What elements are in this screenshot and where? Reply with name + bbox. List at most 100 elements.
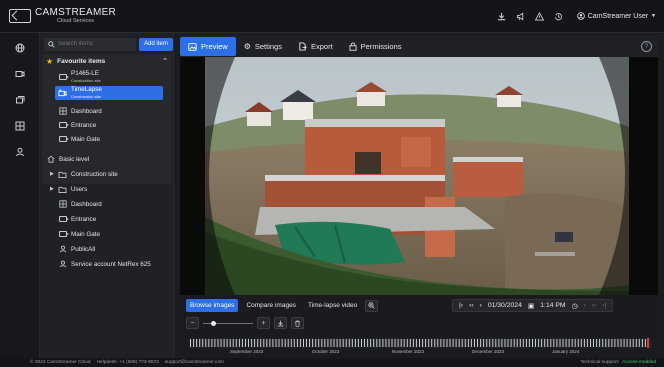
tab-label: Export bbox=[310, 42, 333, 51]
caret-right-icon[interactable]: ▶ bbox=[50, 171, 54, 177]
cameras-icon[interactable] bbox=[13, 93, 27, 107]
timeline-tick bbox=[513, 339, 515, 347]
megaphone-icon[interactable] bbox=[516, 11, 526, 21]
main-tabs: Preview ⚙ Settings Export Permissions ? bbox=[180, 36, 658, 57]
timeline-month-label: September 2023 bbox=[230, 349, 264, 354]
next-day-icon[interactable]: ›› bbox=[592, 302, 597, 309]
search-input[interactable] bbox=[58, 41, 136, 47]
favourite-item-main-gate[interactable]: Main Gate bbox=[58, 133, 100, 145]
next-image-icon[interactable]: › bbox=[584, 302, 586, 309]
footer-email[interactable]: support@camstreamer.com bbox=[165, 360, 224, 365]
calendar-icon[interactable]: ▣ bbox=[528, 302, 534, 310]
timeline-months: September 2023 October 2023 November 202… bbox=[188, 349, 652, 356]
favourite-item-p1465[interactable]: P1465-LE Construction site bbox=[58, 71, 162, 83]
user-icon[interactable] bbox=[13, 145, 27, 159]
previous-image-icon[interactable]: ‹ bbox=[480, 302, 482, 309]
tree-item-construction-site[interactable]: ▶ Construction site bbox=[50, 168, 118, 180]
date-value[interactable]: 01/30/2024 bbox=[488, 302, 522, 309]
timeline-tick bbox=[461, 339, 463, 347]
favourite-item-timelapse[interactable]: TimeLapse Construction site bbox=[55, 86, 163, 100]
timeline-tick bbox=[415, 339, 417, 347]
timeline-tick bbox=[403, 339, 405, 347]
timeline-tick bbox=[284, 339, 286, 347]
delete-image-button[interactable] bbox=[291, 317, 304, 329]
tab-settings[interactable]: ⚙ Settings bbox=[236, 37, 290, 56]
timeline-tick bbox=[455, 339, 457, 347]
caret-right-icon[interactable]: ▶ bbox=[50, 186, 54, 192]
timeline-current-marker[interactable] bbox=[647, 338, 649, 348]
favourite-item-entrance[interactable]: Entrance bbox=[58, 119, 96, 131]
timeline-tick bbox=[214, 339, 216, 347]
camera-icon[interactable] bbox=[13, 67, 27, 81]
download-image-button[interactable] bbox=[274, 317, 287, 329]
timeline-tick bbox=[602, 339, 604, 347]
zoom-slider[interactable] bbox=[203, 317, 253, 329]
camstreamer-logo-icon bbox=[9, 9, 31, 23]
camera-icon bbox=[58, 74, 69, 81]
tree-item-main-gate[interactable]: Main Gate bbox=[58, 228, 100, 240]
timeline-tick bbox=[504, 339, 506, 347]
add-item-button[interactable]: Add item bbox=[139, 37, 173, 51]
timeline-tick bbox=[574, 339, 576, 347]
favourite-item-label: Main Gate bbox=[71, 135, 101, 143]
tree-item-service-account[interactable]: Service account NetRex 625 bbox=[58, 258, 151, 270]
timeline-tick bbox=[241, 339, 243, 347]
timeline-tick bbox=[397, 339, 399, 347]
warning-icon[interactable] bbox=[535, 11, 545, 21]
timelapse-video-button[interactable]: Time-lapse video bbox=[304, 299, 361, 312]
first-image-icon[interactable]: |‹ bbox=[459, 302, 463, 309]
timeline-tick bbox=[428, 339, 430, 347]
timeline-scrubber[interactable] bbox=[188, 338, 652, 348]
footer: © 2024 CamStreamer Cloud Helpdesk: +1 (9… bbox=[0, 358, 664, 367]
tree-item-publicall[interactable]: PublicAll bbox=[58, 243, 95, 255]
timeline-tick bbox=[641, 339, 643, 347]
tree-item-dashboard[interactable]: Dashboard bbox=[58, 198, 102, 210]
tab-preview[interactable]: Preview bbox=[180, 37, 236, 56]
tree-item-basic-level[interactable]: Basic level bbox=[46, 153, 89, 165]
time-value[interactable]: 1:14 PM bbox=[540, 302, 565, 309]
chevron-up-icon[interactable]: ⌃ bbox=[162, 57, 168, 65]
tab-export[interactable]: Export bbox=[290, 37, 341, 56]
tree-item-users[interactable]: ▶ Users bbox=[50, 183, 87, 195]
camera-snapshot[interactable] bbox=[205, 57, 629, 295]
timeline-tick bbox=[632, 339, 634, 347]
brand-logo[interactable]: CAMSTREAMER Cloud Services bbox=[9, 7, 116, 25]
timeline-tick bbox=[269, 339, 271, 347]
favourite-item-dashboard[interactable]: Dashboard bbox=[58, 105, 102, 117]
timeline-tick bbox=[412, 339, 414, 347]
globe-icon[interactable] bbox=[13, 41, 27, 55]
user-menu[interactable]: CamStreamer User ▼ bbox=[576, 12, 656, 20]
previous-day-icon[interactable]: ‹‹ bbox=[469, 302, 474, 309]
history-icon[interactable] bbox=[554, 11, 564, 21]
zoom-search-button[interactable] bbox=[365, 299, 379, 312]
zoom-in-button[interactable]: + bbox=[257, 317, 270, 329]
search-field[interactable] bbox=[44, 37, 136, 51]
zoom-thumb[interactable] bbox=[211, 320, 217, 326]
favourites-header[interactable]: ★ Favourite items ⌃ bbox=[42, 54, 172, 68]
tree-item-label: Construction site bbox=[70, 170, 118, 178]
tree-item-entrance[interactable]: Entrance bbox=[58, 213, 96, 225]
download-icon[interactable] bbox=[497, 11, 507, 21]
browse-images-button[interactable]: Browse images bbox=[186, 299, 239, 312]
timeline-tick bbox=[229, 339, 231, 347]
timeline-tick bbox=[532, 339, 533, 347]
footer-helpdesk[interactable]: Helpdesk: +1 (908) 773-8572 bbox=[97, 360, 159, 365]
timeline-tick bbox=[196, 339, 198, 347]
zoom-out-button[interactable]: − bbox=[186, 317, 199, 329]
user-name: CamStreamer User bbox=[587, 12, 649, 20]
timeline-tick bbox=[516, 339, 518, 347]
clock-icon[interactable]: ◷ bbox=[572, 302, 578, 310]
help-icon[interactable]: ? bbox=[641, 41, 652, 52]
dashboard-icon[interactable] bbox=[13, 119, 27, 133]
timeline-tick bbox=[614, 339, 616, 347]
tab-permissions[interactable]: Permissions bbox=[341, 37, 410, 56]
timeline-tick bbox=[464, 339, 466, 347]
timeline-tick bbox=[299, 339, 301, 347]
footer-support-status[interactable]: Access enabled bbox=[622, 360, 656, 365]
compare-images-button[interactable]: Compare images bbox=[242, 299, 300, 312]
timeline-tick bbox=[324, 339, 326, 347]
last-image-icon[interactable]: ›| bbox=[602, 302, 606, 309]
timeline-tick bbox=[266, 339, 268, 347]
date-time-navigator: |‹ ‹‹ ‹ 01/30/2024 ▣ 1:14 PM ◷ › ›› ›| bbox=[452, 299, 614, 312]
timeline-tick bbox=[452, 339, 454, 347]
